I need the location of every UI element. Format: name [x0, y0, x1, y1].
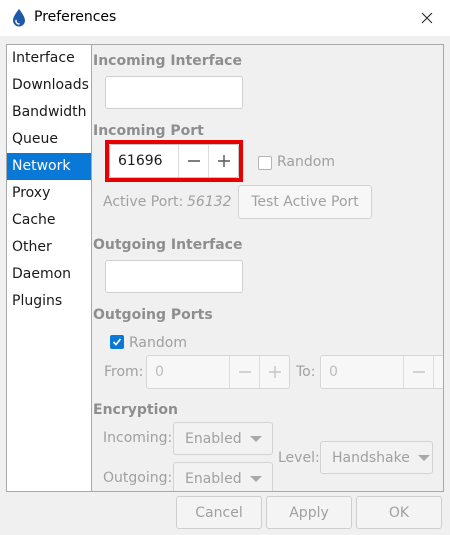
incoming-port-random-checkbox[interactable]: [258, 156, 272, 170]
close-button[interactable]: [404, 0, 450, 36]
to-port-increment-button[interactable]: [433, 356, 443, 388]
from-port-decrement-button[interactable]: [229, 356, 259, 388]
sidebar-item-interface[interactable]: Interface: [7, 45, 91, 72]
encryption-level-value: Handshake: [332, 449, 410, 466]
to-port-stepper[interactable]: 0: [320, 355, 443, 389]
active-port-label: Active Port:: [103, 194, 184, 210]
incoming-interface-input[interactable]: [105, 76, 243, 109]
from-port-increment-button[interactable]: [259, 356, 289, 388]
incoming-port-decrement-button[interactable]: [178, 145, 208, 177]
from-port-value[interactable]: 0: [147, 364, 229, 380]
active-port-value: 56132: [187, 194, 232, 210]
network-settings-panel: Incoming Interface Incoming Port 61696 R…: [92, 44, 444, 492]
outgoing-interface-heading: Outgoing Interface: [93, 237, 243, 253]
sidebar-item-proxy[interactable]: Proxy: [7, 180, 91, 207]
encryption-heading: Encryption: [93, 402, 178, 418]
plus-icon: [217, 155, 230, 167]
from-port-stepper[interactable]: 0: [146, 355, 290, 389]
minus-icon: [238, 371, 251, 373]
incoming-interface-heading: Incoming Interface: [93, 53, 242, 69]
chevron-down-icon: [249, 475, 262, 482]
incoming-port-stepper[interactable]: 61696: [109, 144, 239, 178]
test-active-port-button[interactable]: Test Active Port: [238, 185, 372, 219]
chevron-down-icon: [249, 435, 262, 442]
sidebar-item-other[interactable]: Other: [7, 234, 91, 261]
encryption-incoming-label: Incoming:: [103, 430, 173, 446]
encryption-outgoing-value: Enabled: [185, 470, 242, 487]
outgoing-ports-random-checkbox[interactable]: [110, 335, 124, 349]
outgoing-ports-heading: Outgoing Ports: [93, 307, 213, 323]
minus-icon: [412, 371, 425, 373]
plus-icon: [268, 366, 281, 378]
encryption-level-label: Level:: [278, 450, 320, 466]
incoming-port-random-label: Random: [277, 154, 335, 170]
plus-icon: [442, 371, 443, 373]
sidebar-item-daemon[interactable]: Daemon: [7, 261, 91, 288]
incoming-port-increment-button[interactable]: [208, 145, 238, 177]
cancel-button[interactable]: Cancel: [176, 496, 262, 529]
encryption-outgoing-label: Outgoing:: [103, 470, 173, 486]
close-icon: [421, 12, 433, 24]
incoming-port-value[interactable]: 61696: [110, 153, 178, 169]
encryption-level-dropdown[interactable]: Handshake: [320, 441, 433, 474]
to-port-value[interactable]: 0: [321, 364, 403, 380]
sidebar-item-plugins[interactable]: Plugins: [7, 288, 91, 315]
from-port-label: From:: [104, 364, 144, 380]
title-bar: Preferences: [0, 0, 450, 36]
chevron-down-icon: [417, 454, 430, 461]
sidebar-item-cache[interactable]: Cache: [7, 207, 91, 234]
to-port-label: To:: [296, 364, 316, 380]
preferences-category-list: Interface Downloads Bandwidth Queue Netw…: [6, 44, 92, 492]
apply-button[interactable]: Apply: [266, 496, 352, 529]
outgoing-ports-random-label: Random: [129, 335, 187, 351]
encryption-outgoing-dropdown[interactable]: Enabled: [173, 462, 273, 491]
outgoing-interface-input[interactable]: [105, 260, 243, 293]
window-title: Preferences: [34, 9, 117, 25]
encryption-incoming-dropdown[interactable]: Enabled: [173, 422, 273, 455]
ok-button[interactable]: OK: [356, 496, 442, 529]
water-drop-icon: [13, 9, 25, 27]
sidebar-item-bandwidth[interactable]: Bandwidth: [7, 99, 91, 126]
sidebar-item-network[interactable]: Network: [7, 153, 91, 180]
incoming-port-heading: Incoming Port: [93, 123, 204, 139]
sidebar-item-downloads[interactable]: Downloads: [7, 72, 91, 99]
sidebar-item-queue[interactable]: Queue: [7, 126, 91, 153]
checkmark-icon: [112, 338, 122, 346]
encryption-incoming-value: Enabled: [185, 430, 242, 447]
to-port-decrement-button[interactable]: [403, 356, 433, 388]
minus-icon: [187, 160, 200, 162]
